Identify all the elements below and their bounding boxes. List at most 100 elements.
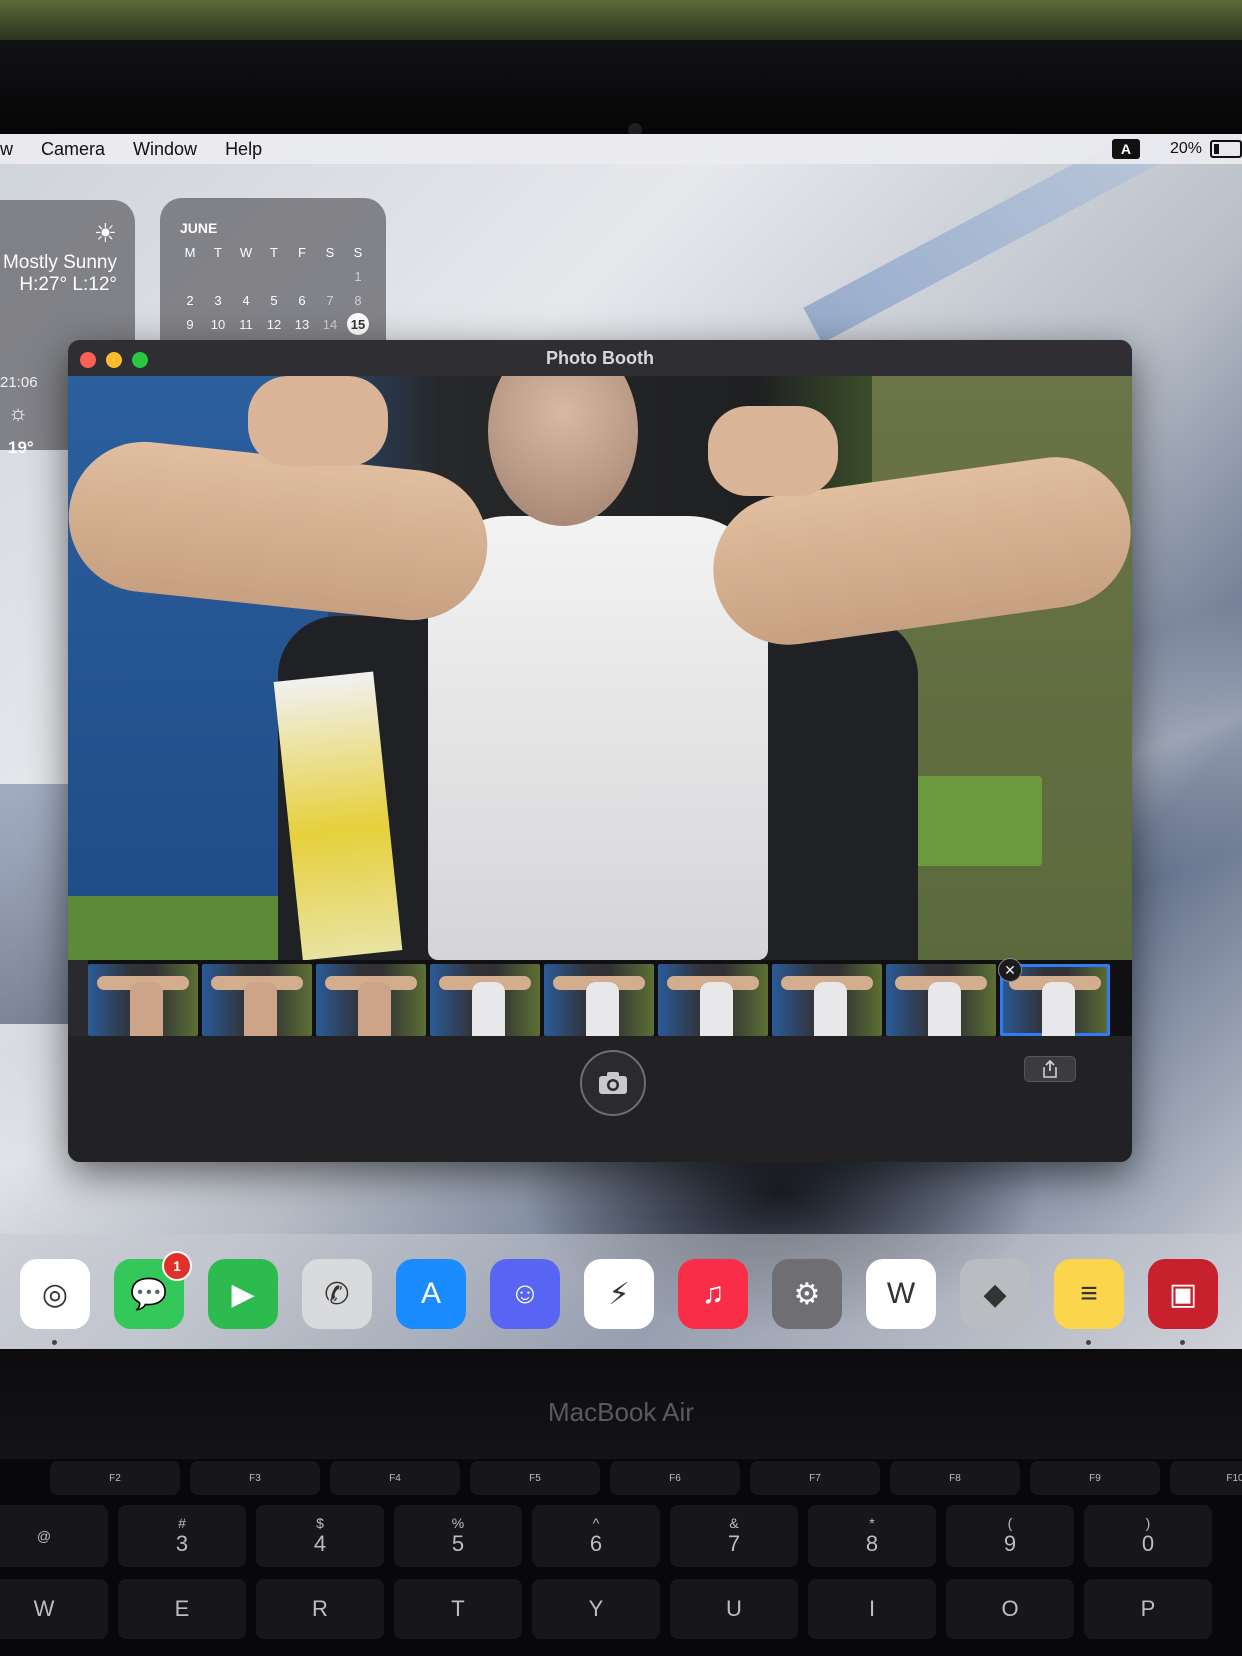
zoom-window-button[interactable] <box>132 352 148 368</box>
letter-key[interactable]: T <box>394 1579 522 1639</box>
function-key[interactable]: F3 <box>190 1461 320 1495</box>
photo-thumbnail[interactable] <box>88 964 198 1036</box>
notes-app-icon[interactable]: ≡ <box>1054 1259 1124 1345</box>
number-key-row: @ #3 $4% 5 ^ 6 & 7 * 8(9) 0 <box>0 1505 1212 1567</box>
system-settings-icon: ⚙ <box>793 1277 821 1311</box>
function-key[interactable]: F6 <box>610 1461 740 1495</box>
photo-thumbnail[interactable] <box>886 964 996 1036</box>
photo-thumbnail[interactable] <box>430 964 540 1036</box>
whatsapp-app-icon[interactable]: ✆ <box>302 1259 372 1329</box>
input-source-badge[interactable]: A <box>1111 139 1140 159</box>
letter-key[interactable]: W <box>0 1579 108 1639</box>
system-settings-app-icon[interactable]: ⚙ <box>772 1259 842 1329</box>
letter-key[interactable]: U <box>670 1579 798 1639</box>
letter-key[interactable]: O <box>946 1579 1074 1639</box>
function-key-row: F2 F3 F4 F5 F6 F7 F8 F9 F10 <box>50 1461 1242 1495</box>
function-key[interactable]: F4 <box>330 1461 460 1495</box>
number-key[interactable]: * 8 <box>808 1505 936 1567</box>
word-app-icon[interactable]: W <box>866 1259 936 1329</box>
calendar-day[interactable]: 1 <box>344 264 372 288</box>
thumbnail-torso <box>813 982 847 1036</box>
chrome-app-icon[interactable]: ◎ <box>20 1259 90 1345</box>
letter-key[interactable]: P <box>1084 1579 1212 1639</box>
letter-key[interactable]: R <box>256 1579 384 1639</box>
window-titlebar[interactable]: Photo Booth <box>68 340 1132 376</box>
photo-filmstrip: ✕ <box>88 958 1132 1044</box>
weather-temperature: 19° <box>8 438 34 457</box>
number-key[interactable]: ) 0 <box>1084 1505 1212 1567</box>
menu-item-partial[interactable]: w <box>0 139 13 160</box>
roblox-icon: ◆ <box>983 1277 1007 1311</box>
calendar-day[interactable]: 14 <box>316 312 344 336</box>
sun-icon: ☀ <box>93 218 117 248</box>
calendar-day[interactable]: 12 <box>260 312 288 336</box>
thumbnail-torso <box>1041 982 1075 1036</box>
function-key[interactable]: F7 <box>750 1461 880 1495</box>
menu-bar-items: w Camera Window Help <box>0 139 290 160</box>
delete-photo-button[interactable]: ✕ <box>998 958 1022 982</box>
messenger-app-icon[interactable]: ⚡ <box>584 1259 654 1329</box>
calendar-day[interactable]: 2 <box>176 288 204 312</box>
function-key[interactable]: F10 <box>1170 1461 1242 1495</box>
battery-icon[interactable] <box>1210 140 1242 158</box>
number-key[interactable]: (9 <box>946 1505 1074 1567</box>
calendar-day[interactable]: 9 <box>176 312 204 336</box>
calendar-day[interactable]: 11 <box>232 312 260 336</box>
function-key[interactable]: F5 <box>470 1461 600 1495</box>
music-app-icon[interactable]: ♫ <box>678 1259 748 1329</box>
calendar-day <box>232 264 260 288</box>
photo-booth-window: Photo Booth ✕ <box>68 340 1132 1162</box>
photo-booth-toolbar <box>68 1036 1132 1162</box>
minimize-window-button[interactable] <box>106 352 122 368</box>
calendar-day[interactable]: 3 <box>204 288 232 312</box>
photo-thumbnail[interactable] <box>658 964 768 1036</box>
menu-item-window[interactable]: Window <box>133 139 197 160</box>
calendar-day[interactable]: 7 <box>316 288 344 312</box>
letter-key[interactable]: E <box>118 1579 246 1639</box>
calendar-day[interactable]: 15 <box>347 313 369 335</box>
discord-app-icon[interactable]: ☺ <box>490 1259 560 1329</box>
messages-app-icon[interactable]: 💬 1 <box>114 1251 192 1329</box>
photo-thumbnail[interactable] <box>316 964 426 1036</box>
calendar-day[interactable]: 8 <box>344 288 372 312</box>
app-store-icon: A <box>420 1277 441 1310</box>
take-photo-button[interactable] <box>580 1050 646 1116</box>
calendar-day <box>204 264 232 288</box>
number-key[interactable]: & 7 <box>670 1505 798 1567</box>
battery-percent[interactable]: 20% <box>1170 140 1202 158</box>
messenger-icon: ⚡ <box>608 1277 630 1311</box>
photo-thumbnail[interactable] <box>202 964 312 1036</box>
letter-key[interactable]: I <box>808 1579 936 1639</box>
roblox-app-icon[interactable]: ◆ <box>960 1259 1030 1329</box>
function-key[interactable]: F9 <box>1030 1461 1160 1495</box>
calendar-day[interactable]: 5 <box>260 288 288 312</box>
calendar-day[interactable]: 10 <box>204 312 232 336</box>
number-key[interactable]: ^ 6 <box>532 1505 660 1567</box>
letter-key[interactable]: Y <box>532 1579 660 1639</box>
close-window-button[interactable] <box>80 352 96 368</box>
menu-item-help[interactable]: Help <box>225 139 262 160</box>
key-digit: 7 <box>727 1531 741 1556</box>
thumbnail-torso <box>129 982 163 1036</box>
calendar-day[interactable]: 4 <box>232 288 260 312</box>
number-key[interactable]: $4 <box>256 1505 384 1567</box>
app-store-app-icon[interactable]: A <box>396 1259 466 1329</box>
thumbnail-torso <box>357 982 391 1036</box>
discord-icon: ☺ <box>509 1277 541 1310</box>
calendar-day[interactable]: 6 <box>288 288 316 312</box>
photo-thumbnail[interactable] <box>772 964 882 1036</box>
calendar-day[interactable]: 13 <box>288 312 316 336</box>
running-indicator <box>1180 1340 1185 1345</box>
photo-thumbnail[interactable] <box>544 964 654 1036</box>
share-button[interactable] <box>1024 1056 1076 1082</box>
number-key[interactable]: #3 <box>118 1505 246 1567</box>
photo-booth-app-icon[interactable]: ▣ <box>1148 1259 1218 1345</box>
function-key[interactable]: F8 <box>890 1461 1020 1495</box>
thumbnail-torso <box>585 982 619 1036</box>
function-key[interactable]: F2 <box>50 1461 180 1495</box>
number-key[interactable]: @ <box>0 1505 108 1567</box>
menu-item-camera[interactable]: Camera <box>41 139 105 160</box>
notes-icon: ≡ <box>1080 1277 1098 1310</box>
facetime-app-icon[interactable]: ▶ <box>208 1259 278 1329</box>
number-key[interactable]: % 5 <box>394 1505 522 1567</box>
